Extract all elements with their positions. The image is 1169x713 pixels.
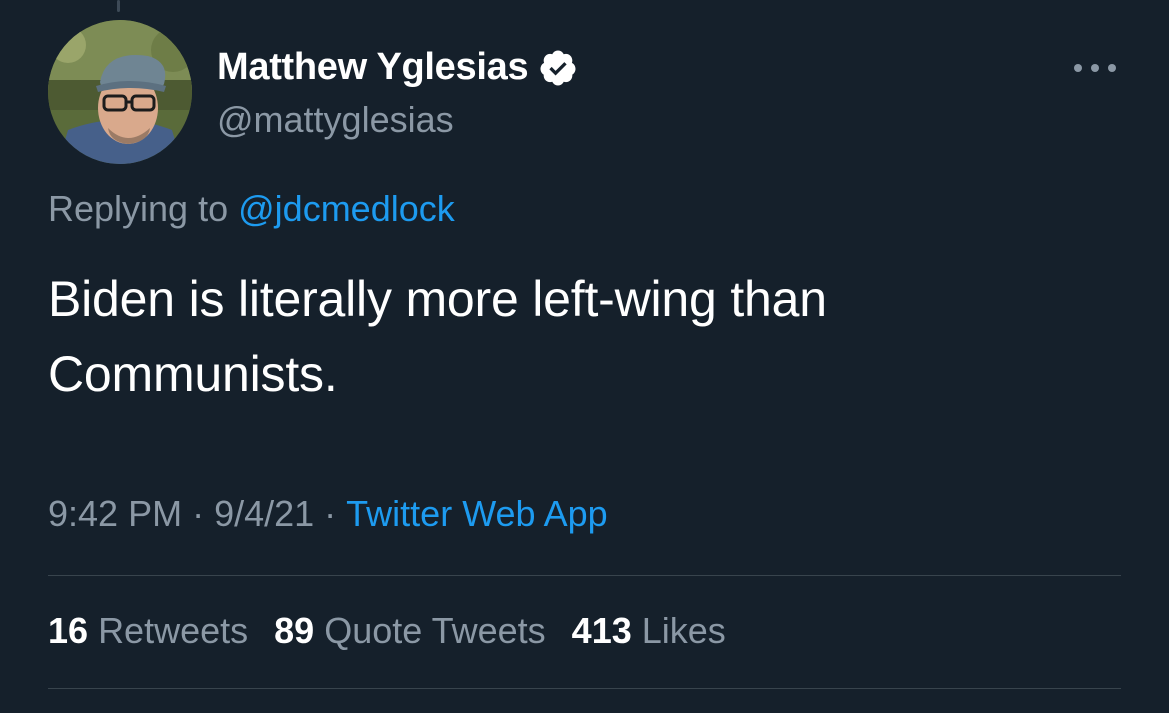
tweet-text-line-1: Biden is literally more left-wing than (48, 271, 827, 327)
retweets-label: Retweets (98, 610, 249, 651)
likes-count: 413 (571, 610, 632, 651)
tweet-text-line-2: Communists. (48, 346, 338, 402)
tweet-time[interactable]: 9:42 PM (48, 493, 182, 534)
replying-to-label: Replying to (48, 188, 229, 229)
retweets-count: 16 (48, 610, 89, 651)
likes-label: Likes (641, 610, 726, 651)
meta-separator: · (324, 493, 337, 534)
quote-tweets-label: Quote Tweets (324, 610, 546, 651)
meta-separator: · (192, 493, 205, 534)
tweet-source-link[interactable]: Twitter Web App (346, 493, 607, 534)
thread-connector-line (117, 0, 120, 12)
divider (48, 688, 1121, 689)
quote-tweets-count: 89 (274, 610, 315, 651)
author-name-row: Matthew Yglesias (217, 46, 578, 89)
divider (48, 575, 1121, 576)
replying-to-line: Replying to @jdcmedlock (48, 188, 455, 230)
engagement-stats: 16 Retweets 89 Quote Tweets 413 Likes (48, 610, 726, 652)
tweet-date[interactable]: 9/4/21 (214, 493, 314, 534)
more-horizontal-icon (1074, 64, 1116, 72)
profile-photo-icon (48, 20, 192, 164)
tweet-text: Biden is literally more left-wing than C… (48, 262, 1108, 412)
author-display-name[interactable]: Matthew Yglesias (217, 46, 529, 89)
author-handle[interactable]: @mattyglesias (217, 99, 454, 141)
quote-tweets-stat[interactable]: 89 Quote Tweets (274, 610, 546, 652)
avatar[interactable] (48, 20, 192, 164)
likes-stat[interactable]: 413 Likes (572, 610, 726, 652)
reply-to-handle-link[interactable]: @jdcmedlock (238, 188, 455, 229)
more-options-button[interactable] (1070, 52, 1120, 84)
retweets-stat[interactable]: 16 Retweets (48, 610, 248, 652)
tweet-page: Matthew Yglesias @mattyglesias Replying … (0, 0, 1169, 713)
verified-badge-icon (540, 50, 576, 85)
tweet-metadata: 9:42 PM · 9/4/21 · Twitter Web App (48, 493, 608, 535)
